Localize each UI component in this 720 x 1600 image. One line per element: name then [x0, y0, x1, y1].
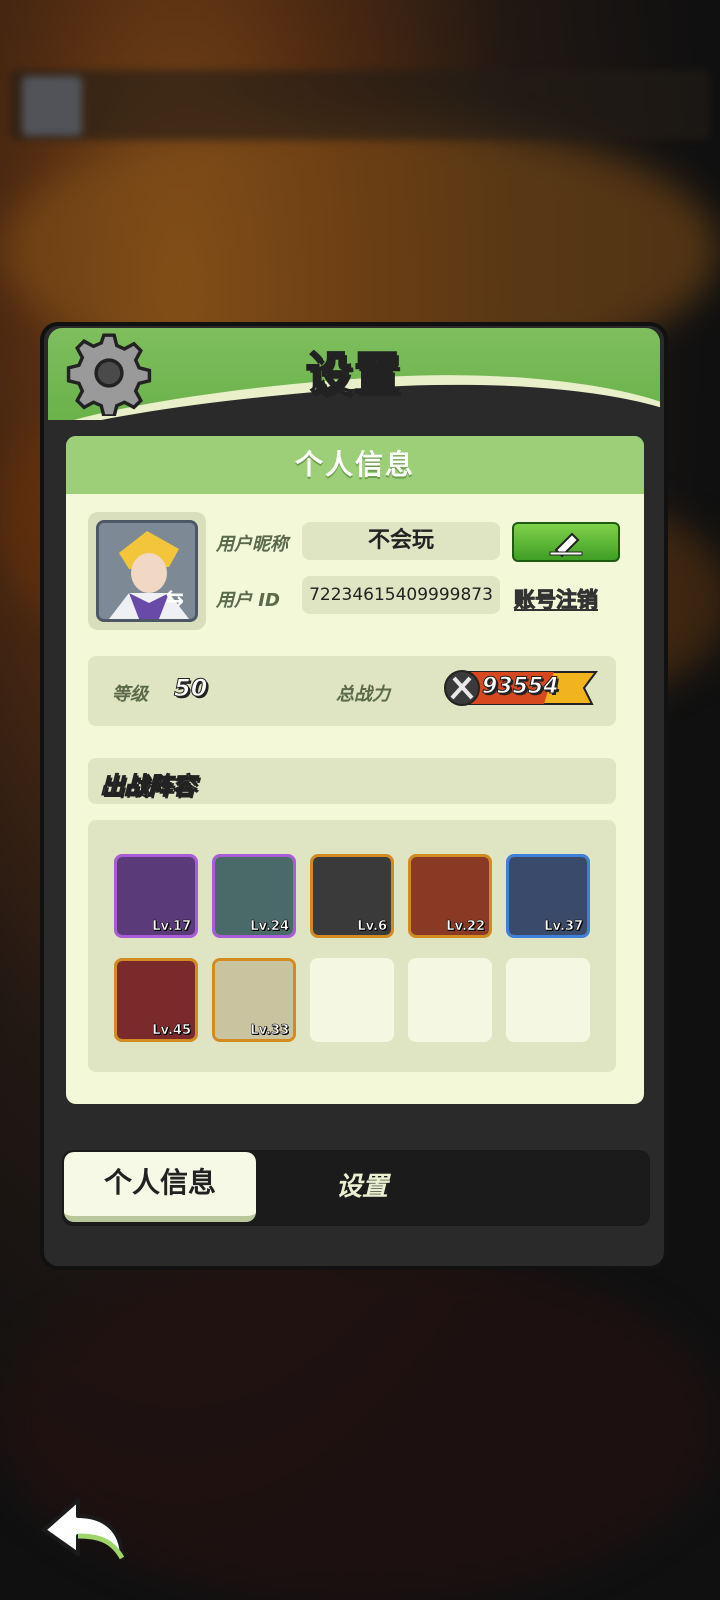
panel-title: 个人信息	[66, 436, 644, 494]
lineup-header: 出战阵容	[88, 758, 616, 804]
pencil-icon	[549, 532, 583, 558]
level-label: 等级	[112, 684, 148, 705]
hero-slot[interactable]: Lv.22	[408, 854, 492, 938]
power-value: 93554	[482, 674, 560, 700]
avatar-frame[interactable]: ⇆	[88, 512, 206, 630]
hero-slot[interactable]: Lv.17	[114, 854, 198, 938]
avatar[interactable]: ⇆	[96, 520, 198, 622]
nickname-field: 不会玩	[302, 522, 500, 560]
hero-slot[interactable]: Lv.33	[212, 958, 296, 1042]
hero-level: Lv.33	[250, 1023, 289, 1039]
hero-slot[interactable]: Lv.37	[506, 854, 590, 938]
tab-bar: 个人信息 设置	[62, 1150, 650, 1226]
hero-level: Lv.17	[152, 919, 191, 935]
swap-icon: ⇆	[165, 586, 185, 611]
cancel-account-link[interactable]: 账号注销	[514, 584, 599, 614]
level-value: 50	[173, 674, 208, 703]
tab-settings[interactable]: 设置	[262, 1152, 462, 1222]
lineup-grid: Lv.17 Lv.24 Lv.6 Lv.22 Lv.37 Lv.45 Lv.33	[88, 820, 616, 1072]
edit-nickname-button[interactable]	[512, 522, 620, 562]
hero-slot[interactable]: Lv.45	[114, 958, 198, 1042]
empty-slot[interactable]	[506, 958, 590, 1042]
hero-slot[interactable]: Lv.6	[310, 854, 394, 938]
dialog-header: 设置	[48, 328, 660, 420]
power-badge: 93554	[444, 668, 598, 708]
dialog-title: 设置	[305, 346, 402, 402]
hero-level: Lv.6	[357, 919, 387, 935]
stats-row: 等级 50 总战力 93554	[88, 656, 616, 726]
user-id-label: 用户 ID	[216, 590, 280, 611]
hero-level: Lv.45	[152, 1023, 191, 1039]
profile-panel: 个人信息 ⇆ 用户昵称 不会玩 用户 ID 72234615409999873 …	[66, 436, 644, 1104]
back-arrow-icon[interactable]	[38, 1494, 128, 1564]
hero-level: Lv.22	[446, 919, 485, 935]
user-id-field: 72234615409999873	[302, 576, 500, 614]
hero-slot[interactable]: Lv.24	[212, 854, 296, 938]
nickname-label: 用户昵称	[216, 534, 288, 555]
empty-slot[interactable]	[408, 958, 492, 1042]
hero-level: Lv.24	[250, 919, 289, 935]
settings-dialog: 设置 个人信息 ⇆ 用户昵称 不会玩 用户 ID 722346154099998…	[40, 322, 668, 1270]
power-label: 总战力	[336, 684, 390, 705]
empty-slot[interactable]	[310, 958, 394, 1042]
hero-level: Lv.37	[544, 919, 583, 935]
tab-profile[interactable]: 个人信息	[64, 1152, 256, 1222]
lineup-title: 出战阵容	[100, 772, 197, 801]
